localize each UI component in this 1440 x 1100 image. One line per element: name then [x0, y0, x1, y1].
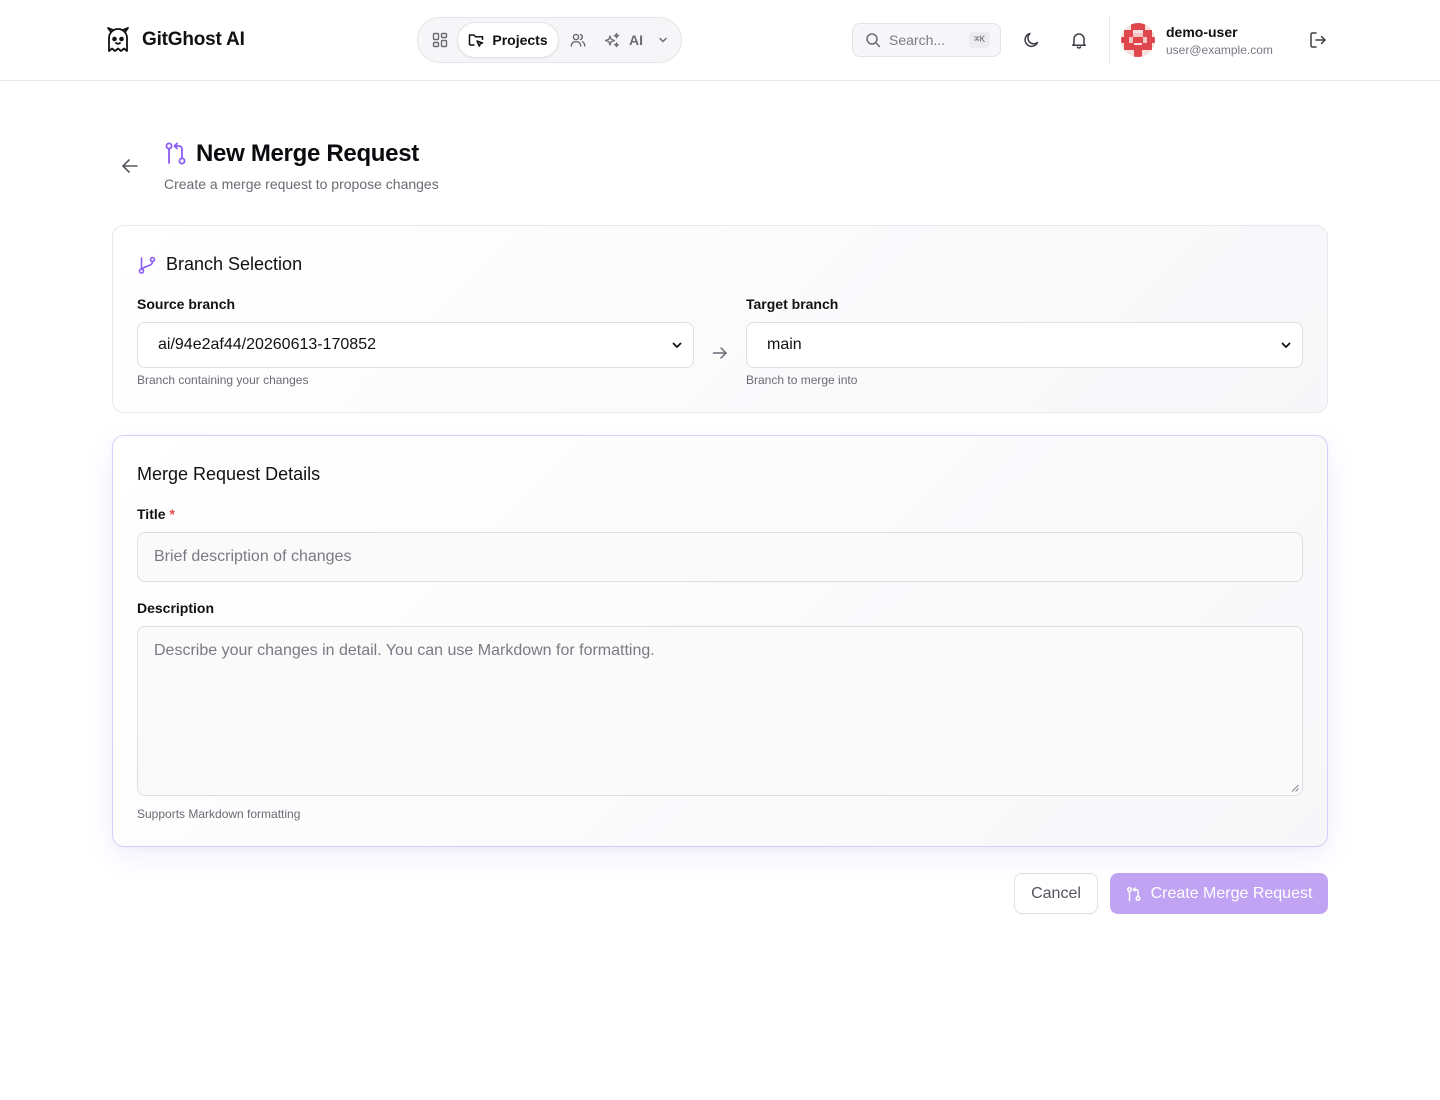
title-input-placeholder: Brief description of changes [154, 548, 352, 565]
create-button-label: Create Merge Request [1150, 884, 1313, 902]
search-input[interactable]: Search... ⌘K [852, 23, 1001, 57]
nav-ai-dropdown[interactable]: AI [596, 22, 677, 58]
branch-selection-title: Branch Selection [166, 254, 303, 274]
main-nav: Projects AI [417, 17, 682, 63]
brand-name: GitGhost AI [142, 29, 245, 50]
cancel-button[interactable]: Cancel [1014, 873, 1098, 914]
cancel-button-label: Cancel [1031, 884, 1081, 902]
required-mark: * [169, 506, 175, 522]
source-branch-select[interactable]: ai/94e2af44/20260613-170852 [137, 322, 694, 368]
logout-icon [1308, 30, 1328, 50]
source-branch-hint: Branch containing your changes [137, 373, 309, 387]
merge-request-icon [1126, 886, 1142, 902]
top-header: GitGhost AI Projects AI Search... ⌘K dem… [0, 0, 1440, 81]
description-label: Description [137, 600, 215, 616]
page-title: New Merge Request [164, 140, 439, 168]
projects-folder-icon [468, 32, 484, 48]
nav-ai-label: AI [629, 32, 643, 48]
merge-request-icon [164, 141, 188, 167]
source-branch-label: Source branch [137, 296, 236, 312]
user-email: user@example.com [1166, 43, 1273, 57]
details-heading: Merge Request Details [137, 464, 321, 484]
source-branch-value: ai/94e2af44/20260613-170852 [158, 336, 376, 353]
target-branch-label: Target branch [746, 296, 839, 312]
branch-selection-card: Branch Selection Source branch ai/94e2af… [112, 225, 1328, 413]
search-shortcut-badge: ⌘K [969, 32, 990, 48]
page-title-text: New Merge Request [196, 140, 419, 167]
target-branch-select[interactable]: main [746, 322, 1303, 368]
nav-users[interactable] [561, 22, 596, 58]
notifications-button[interactable] [1063, 24, 1095, 56]
logout-button[interactable] [1302, 24, 1334, 56]
description-hint: Supports Markdown formatting [137, 807, 301, 821]
bell-icon [1070, 31, 1088, 49]
avatar[interactable] [1121, 23, 1155, 57]
dashboard-icon [432, 32, 448, 48]
ghost-icon [103, 25, 133, 55]
title-input[interactable]: Brief description of changes [137, 532, 1303, 582]
title-label: Title * [137, 506, 175, 522]
sparkles-icon [604, 32, 621, 49]
target-branch-value: main [767, 336, 802, 353]
nav-projects[interactable]: Projects [457, 22, 559, 58]
users-icon [570, 32, 586, 48]
resize-handle-icon[interactable] [1291, 784, 1299, 792]
chevron-down-icon [1280, 339, 1292, 351]
back-button[interactable] [118, 154, 142, 178]
theme-toggle-button[interactable] [1015, 24, 1047, 56]
branch-selection-heading: Branch Selection [137, 254, 302, 275]
description-textarea[interactable]: Describe your changes in detail. You can… [137, 626, 1303, 796]
page-subtitle: Create a merge request to propose change… [164, 176, 439, 192]
git-branch-icon [137, 255, 157, 275]
user-name: demo-user [1166, 24, 1238, 40]
create-merge-request-button[interactable]: Create Merge Request [1110, 873, 1328, 914]
search-placeholder: Search... [889, 32, 946, 48]
chevron-down-icon [671, 339, 683, 351]
arrow-left-icon [118, 154, 142, 178]
page-heading: New Merge Request Create a merge request… [164, 140, 439, 192]
merge-request-details-card: Merge Request Details Title * Brief descr… [112, 435, 1328, 847]
search-icon [865, 32, 881, 48]
moon-icon [1022, 31, 1041, 50]
chevron-down-icon [657, 34, 669, 46]
title-label-text: Title [137, 506, 166, 522]
arrow-right-icon [711, 344, 729, 362]
target-branch-hint: Branch to merge into [746, 373, 858, 387]
nav-projects-label: Projects [492, 32, 548, 48]
description-placeholder: Describe your changes in detail. You can… [154, 642, 655, 659]
brand[interactable]: GitGhost AI [103, 25, 245, 55]
header-divider [1109, 17, 1110, 63]
nav-dashboard[interactable] [422, 22, 457, 58]
